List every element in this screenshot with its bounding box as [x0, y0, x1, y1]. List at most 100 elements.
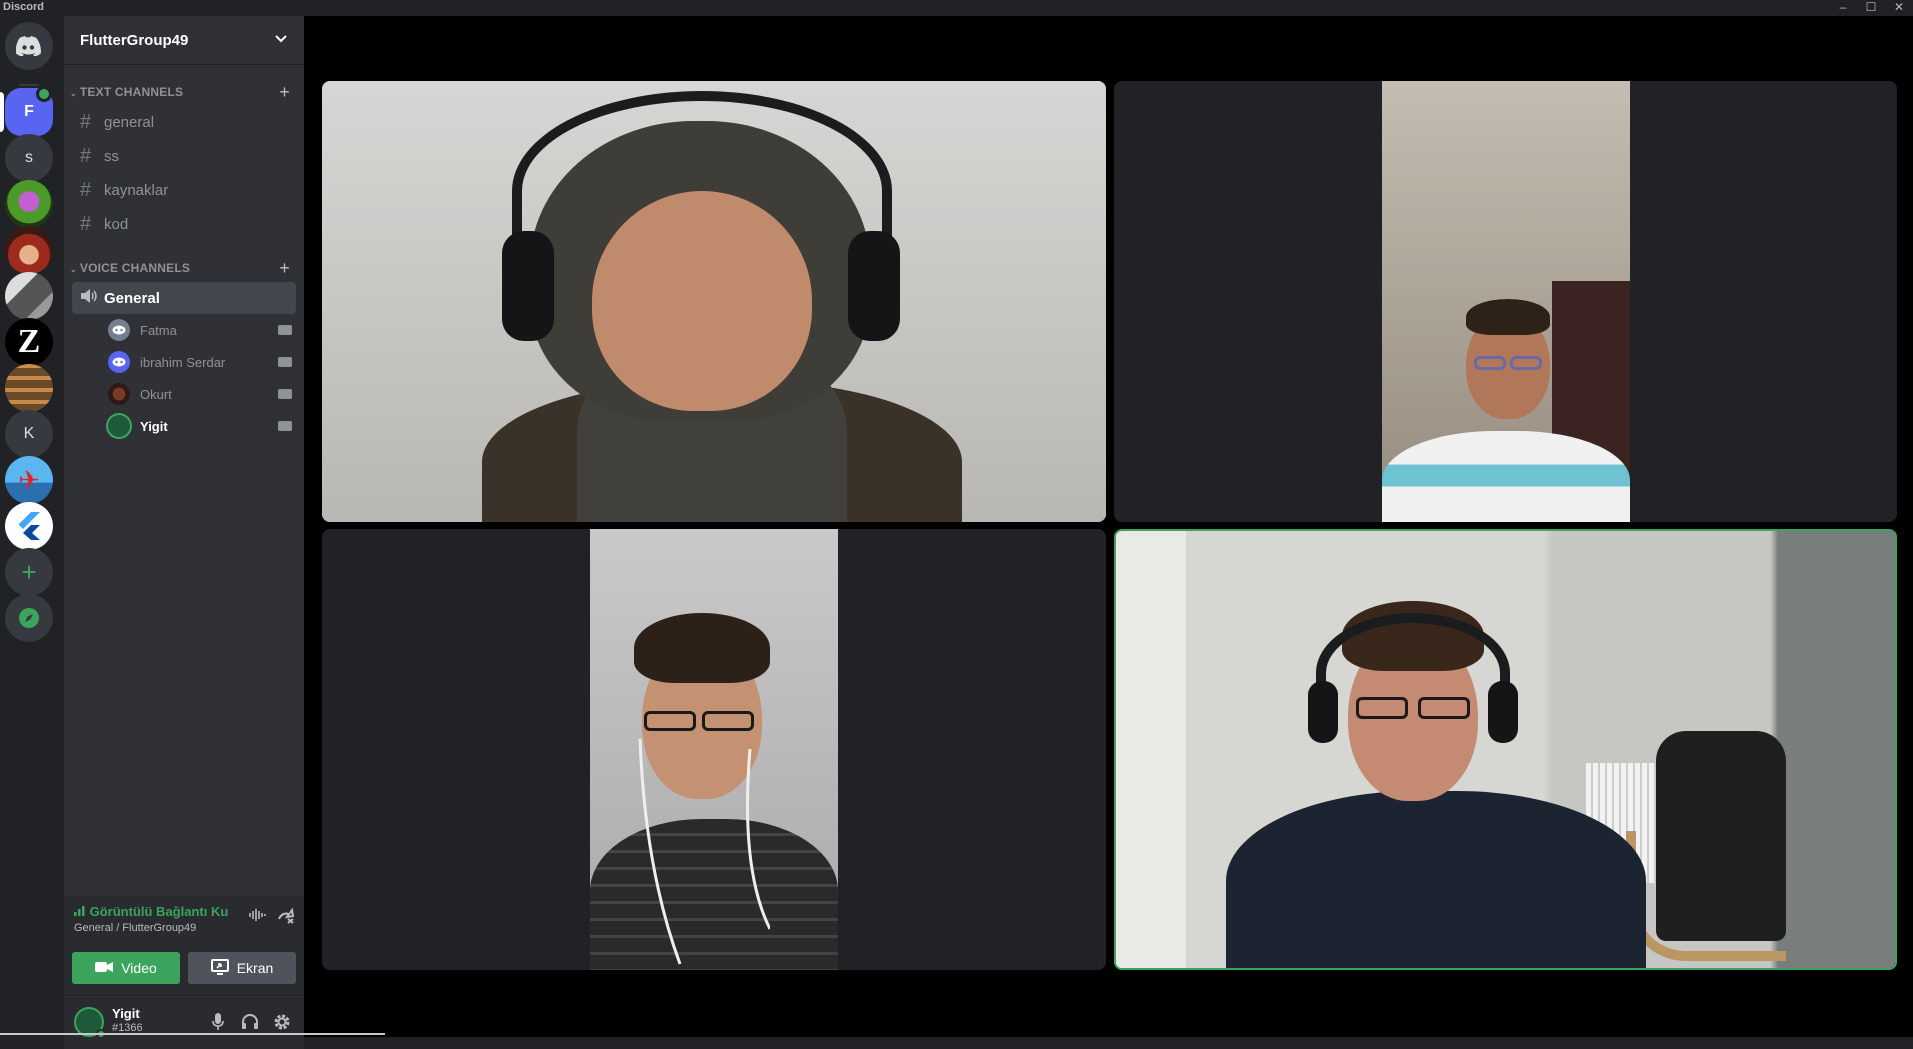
- noise-suppression-icon[interactable]: [248, 908, 268, 928]
- voice-user-name: Fatma: [140, 322, 177, 338]
- video-button-label: Video: [121, 960, 157, 976]
- channel-kod[interactable]: # kod: [72, 208, 296, 240]
- category-label: TEXT CHANNELS: [79, 85, 184, 99]
- server-s[interactable]: s: [5, 134, 53, 182]
- speaker-icon: [80, 287, 104, 310]
- channel-label: general: [104, 113, 155, 131]
- camera-icon: [278, 389, 292, 399]
- avatar: [108, 383, 130, 405]
- add-server-button[interactable]: +: [5, 548, 53, 596]
- user-name: Yigit: [112, 1006, 140, 1021]
- video-button[interactable]: Video: [72, 952, 180, 984]
- video-tile-fatma[interactable]: [322, 81, 1106, 522]
- channel-label: kod: [104, 215, 129, 233]
- guild-name: FlutterGroup49: [80, 31, 189, 49]
- taskbar-strip: [0, 1033, 385, 1035]
- microphone-icon[interactable]: [208, 1013, 228, 1033]
- video-camera-icon: [95, 960, 114, 976]
- chevron-down-icon: [274, 33, 288, 47]
- title-bar: Discord – ☐ ✕: [0, 0, 1913, 16]
- hash-icon: #: [80, 110, 92, 133]
- server-initial: F: [24, 103, 34, 120]
- server-initial: K: [23, 425, 35, 442]
- channel-ss[interactable]: # ss: [72, 140, 296, 172]
- server-avatar-monster[interactable]: [5, 180, 53, 228]
- discord-logo-icon: [16, 36, 41, 56]
- create-channel-icon[interactable]: +: [279, 258, 290, 279]
- voice-connection-panel: Görüntülü Bağlantı Ku General / FlutterG…: [64, 896, 304, 996]
- camera-icon: [278, 421, 292, 431]
- headphones-icon[interactable]: [240, 1013, 260, 1033]
- avatar: [108, 415, 130, 437]
- channel-label: General: [104, 289, 160, 307]
- compass-icon: [19, 608, 39, 628]
- connection-status[interactable]: Görüntülü Bağlantı Ku: [74, 904, 228, 919]
- server-avatar-food[interactable]: [5, 226, 53, 274]
- maximize-icon[interactable]: ☐: [1857, 0, 1885, 16]
- channel-sidebar: FlutterGroup49 ⌄ TEXT CHANNELS + # general…: [64, 16, 304, 1049]
- close-icon[interactable]: ✕: [1885, 0, 1913, 16]
- camera-icon: [278, 357, 292, 367]
- channel-label: kaynaklar: [104, 181, 169, 199]
- app-title: Discord: [3, 1, 44, 13]
- guild-header[interactable]: FlutterGroup49: [64, 16, 304, 64]
- voice-user-ibrahim[interactable]: ibrahim Serdar: [108, 348, 296, 376]
- plane-icon: ✈: [18, 464, 40, 495]
- create-channel-icon[interactable]: +: [279, 82, 290, 103]
- explore-servers-button[interactable]: [5, 594, 53, 642]
- chevron-down-icon: ⌄: [70, 89, 77, 98]
- chevron-down-icon: ⌄: [70, 265, 77, 274]
- video-feed: [1382, 81, 1630, 522]
- video-feed: [590, 529, 838, 970]
- discord-avatar-icon: [108, 319, 130, 341]
- selected-server-indicator: [0, 92, 4, 132]
- screen-share-icon: [210, 958, 229, 978]
- user-panel: Yigit #1366: [64, 997, 304, 1049]
- discord-avatar-icon: [108, 351, 130, 373]
- hash-icon: #: [80, 178, 92, 201]
- server-initial: s: [25, 149, 33, 166]
- video-tile-okurt[interactable]: [322, 529, 1106, 970]
- channel-kaynaklar[interactable]: # kaynaklar: [72, 174, 296, 206]
- camera-icon: [278, 325, 292, 335]
- hash-icon: #: [80, 212, 92, 235]
- text-channels-category[interactable]: ⌄ TEXT CHANNELS +: [64, 82, 304, 102]
- server-k[interactable]: K: [5, 410, 53, 458]
- flutter-logo-icon: [18, 512, 40, 540]
- home-button[interactable]: [5, 22, 53, 70]
- screen-share-button[interactable]: Ekran: [188, 952, 296, 984]
- connection-location: General / FlutterGroup49: [74, 922, 197, 934]
- server-avatar-flutter[interactable]: [5, 502, 53, 550]
- server-avatar-library[interactable]: [5, 364, 53, 412]
- disconnect-icon[interactable]: [276, 907, 296, 928]
- connection-status-label: Görüntülü Bağlantı Ku: [89, 904, 229, 919]
- hash-icon: #: [80, 144, 92, 167]
- voice-user-okurt[interactable]: Okurt: [108, 380, 296, 408]
- voice-badge-icon: [36, 86, 52, 102]
- voice-user-yigit[interactable]: Yigit: [108, 412, 296, 440]
- channel-general[interactable]: # general: [72, 106, 296, 138]
- voice-user-name: Yigit: [140, 418, 168, 434]
- server-avatar-z[interactable]: Z: [5, 318, 53, 366]
- screen-share-label: Ekran: [236, 960, 274, 976]
- voice-channels-category[interactable]: ⌄ VOICE CHANNELS +: [64, 258, 304, 278]
- video-tile-yigit[interactable]: [1114, 529, 1897, 970]
- voice-user-fatma[interactable]: Fatma: [108, 316, 296, 344]
- video-grid: [304, 16, 1913, 1037]
- signal-icon: [74, 904, 90, 919]
- rail-separator: [19, 84, 39, 86]
- server-avatar-photo[interactable]: [5, 272, 53, 320]
- plus-icon: +: [21, 556, 37, 587]
- voice-channel-general[interactable]: General: [72, 282, 296, 314]
- gear-icon[interactable]: [272, 1013, 292, 1033]
- voice-user-name: Okurt: [140, 386, 172, 402]
- minimize-icon[interactable]: –: [1829, 0, 1857, 16]
- channel-label: ss: [104, 147, 119, 165]
- voice-user-name: ibrahim Serdar: [140, 354, 226, 370]
- category-label: VOICE CHANNELS: [79, 261, 191, 275]
- video-feed: [1116, 531, 1895, 968]
- server-rail: F s Z K ✈ +: [0, 16, 58, 1037]
- video-tile-ibrahim-serdar[interactable]: [1114, 81, 1897, 522]
- video-feed: [322, 81, 1106, 522]
- server-avatar-plane[interactable]: ✈: [5, 456, 53, 504]
